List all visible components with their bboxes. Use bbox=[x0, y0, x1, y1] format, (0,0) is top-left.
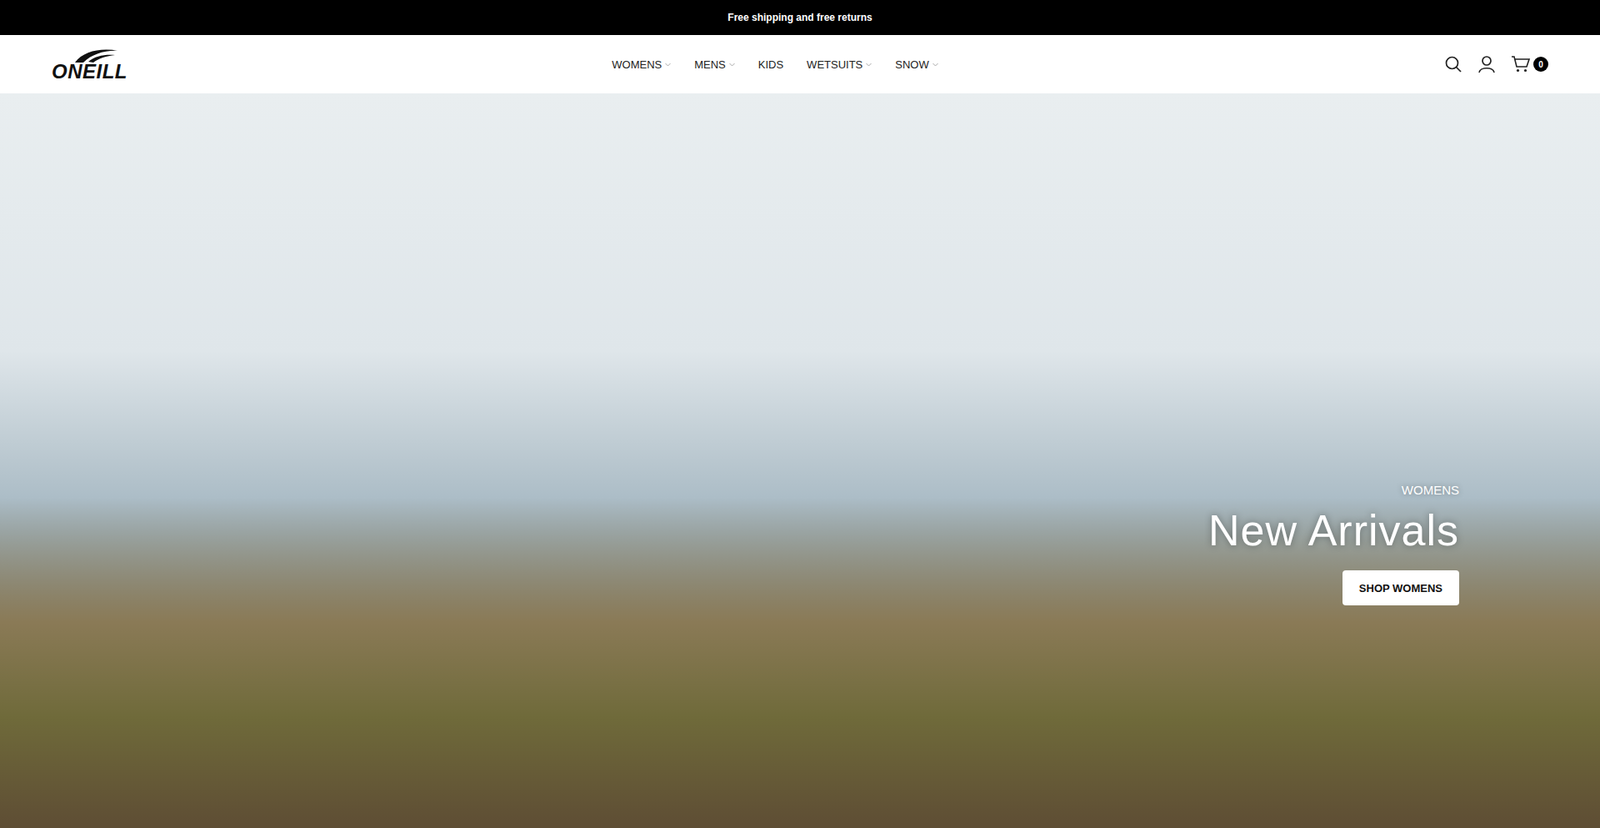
cart-button[interactable]: 0 bbox=[1510, 55, 1549, 74]
hero-banner: WOMENS New Arrivals SHOP WOMENS bbox=[0, 93, 1600, 828]
nav-item[interactable]: SNOW bbox=[895, 58, 938, 71]
search-icon[interactable] bbox=[1444, 55, 1463, 74]
announcement-bar: Free shipping and free returns bbox=[0, 0, 1600, 35]
nav-label: MENS bbox=[694, 58, 726, 71]
hero-content: WOMENS New Arrivals SHOP WOMENS bbox=[1208, 482, 1460, 605]
nav-label: KIDS bbox=[758, 58, 784, 71]
nav-label: WETSUITS bbox=[806, 58, 863, 71]
cart-icon bbox=[1510, 55, 1531, 74]
chevron-down-icon bbox=[932, 62, 939, 67]
nav-label: WOMENS bbox=[611, 58, 662, 71]
account-icon[interactable] bbox=[1477, 55, 1496, 74]
nav-label: SNOW bbox=[895, 58, 929, 71]
nav-item[interactable]: WETSUITS bbox=[806, 58, 872, 71]
chevron-down-icon bbox=[865, 62, 872, 67]
chevron-down-icon bbox=[665, 62, 671, 67]
page: Free shipping and free returns ONEILL WOME… bbox=[0, 0, 1600, 828]
nav-item[interactable]: KIDS bbox=[758, 58, 784, 71]
nav-item[interactable]: WOMENS bbox=[611, 58, 671, 71]
announcement-text: Free shipping and free returns bbox=[727, 11, 872, 24]
header-actions: 0 bbox=[1381, 55, 1549, 74]
main-nav: WOMENS MENS KIDS WETSUITS SNOW bbox=[218, 58, 1382, 71]
shop-button[interactable]: SHOP WOMENS bbox=[1342, 570, 1460, 605]
chevron-down-icon bbox=[729, 62, 735, 67]
hero-eyebrow: WOMENS bbox=[1401, 482, 1460, 497]
logo[interactable]: ONEILL bbox=[51, 47, 219, 82]
header: ONEILL WOMENS MENS KIDS WETSUITS SNOW 0 bbox=[0, 35, 1600, 94]
nav-item[interactable]: MENS bbox=[694, 58, 735, 71]
logo-text: ONEILL bbox=[51, 61, 128, 82]
hero-title: New Arrivals bbox=[1208, 505, 1460, 555]
cart-count-badge: 0 bbox=[1533, 56, 1549, 72]
